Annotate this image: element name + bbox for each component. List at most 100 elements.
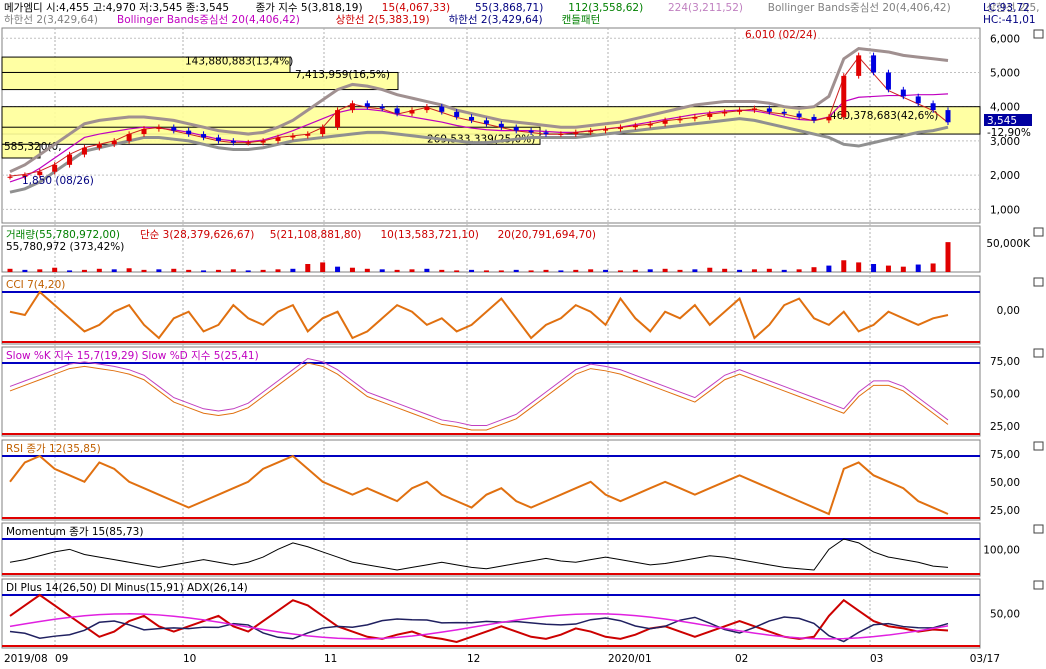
candle-body	[7, 176, 13, 178]
volume-bar	[469, 269, 475, 272]
x-axis-label: 2020/01	[608, 653, 652, 665]
header-legend-item: 상한선 2(5,383,19)	[336, 14, 430, 26]
x-axis-label: 11	[324, 653, 337, 665]
low-price-label: 1,850 (08/26)	[22, 175, 94, 187]
volume-bar	[737, 269, 743, 272]
volume-bar	[275, 269, 281, 272]
volume-bar	[558, 270, 564, 272]
panel-close-icon[interactable]	[1033, 277, 1044, 287]
candle-body	[707, 113, 713, 117]
volume-bar	[677, 269, 683, 272]
volume-bar	[662, 268, 668, 272]
volume-bar	[186, 269, 192, 272]
candle-body	[126, 134, 132, 141]
y-tick-label: 2,000	[990, 170, 1020, 182]
candle-body	[320, 127, 326, 135]
header-legend-item: Bollinger Bands중심선 20(4,406,42)	[117, 14, 300, 26]
volume-bar	[930, 263, 936, 272]
x-axis-label: 03/17	[970, 653, 1000, 665]
volume-bar	[126, 268, 132, 272]
indicator-legend: Momentum 종가 15(85,73)	[6, 526, 143, 538]
volume-bar	[573, 269, 579, 272]
candle-body	[573, 132, 579, 135]
candle-body	[409, 110, 415, 114]
header-legend-item: 224(3,211,52)	[668, 2, 743, 14]
x-axis-label: 2019/08	[4, 653, 48, 665]
volume-ma-legend: 단순 3(28,379,626,67)	[140, 229, 254, 241]
panel-close-icon[interactable]	[1033, 580, 1044, 590]
candle-body	[558, 134, 564, 136]
indicator-tick-label: 75,00	[990, 449, 1020, 461]
volume-bar	[841, 260, 847, 272]
chart-canvas[interactable]: 메가엠디 시:4,455 고:4,970 저:3,545 종:3,545 종가 지…	[0, 0, 1046, 665]
header-legend-item: 하한선 2(3,429,64)	[4, 13, 98, 26]
change-percent-label: -12,90%	[987, 127, 1031, 139]
volume-bar	[632, 269, 638, 272]
candle-body	[513, 127, 519, 131]
candle-body	[335, 110, 341, 128]
volume-bar	[141, 269, 147, 272]
volume-bar	[215, 269, 221, 272]
candle-body	[781, 111, 787, 114]
volume-profile-label: 7,413,959(16,5%)	[295, 69, 390, 81]
volume-bar	[647, 269, 653, 272]
volume-bar	[305, 264, 311, 272]
indicator-legend: CCI 7(4,20)	[6, 279, 65, 291]
candle-body	[469, 116, 475, 121]
candle-body	[528, 130, 534, 133]
candle-body	[230, 140, 236, 143]
volume-bar	[201, 270, 207, 272]
header-legend-item: 종가 지수 5(3,818,19)	[256, 2, 363, 14]
volume-bar	[603, 269, 609, 272]
volume-bar	[424, 268, 430, 272]
candle-body	[349, 103, 355, 111]
volume-bar	[320, 262, 326, 272]
indicator-legend: Slow %K 지수 15,7(19,29) Slow %D 지수 5(25,4…	[6, 350, 259, 362]
candle-body	[201, 134, 207, 138]
y-tick-label: 5,000	[990, 67, 1020, 79]
panel-close-icon[interactable]	[1033, 29, 1044, 39]
x-axis-label: 10	[183, 653, 196, 665]
candle-body	[915, 96, 921, 104]
volume-bar	[22, 269, 28, 272]
panel-close-icon[interactable]	[1033, 348, 1044, 358]
volume-bar	[707, 267, 713, 272]
panel-close-icon[interactable]	[1033, 441, 1044, 451]
volume-bar	[454, 270, 460, 272]
candle-body	[96, 144, 102, 148]
hc-label: HC:-41,01	[983, 14, 1036, 26]
candle-body	[424, 106, 430, 111]
panel-close-icon[interactable]	[1033, 227, 1044, 237]
indicator-legend: RSI 종가 12(35,85)	[6, 443, 101, 455]
volume-bar	[528, 270, 534, 272]
volume-bar	[871, 264, 877, 272]
volume-bar	[96, 268, 102, 272]
header-legend-item: 메가엠디 시:4,455 고:4,970 저:3,545 종:3,545	[4, 2, 229, 14]
high-price-label: 6,010 (02/24)	[745, 29, 817, 41]
candle-body	[588, 130, 594, 133]
panel-close-icon[interactable]	[1033, 524, 1044, 534]
volume-bar	[67, 270, 73, 272]
candle-body	[945, 110, 951, 123]
volume-bar	[171, 268, 177, 272]
volume-bar	[349, 267, 355, 272]
candle-body	[796, 113, 802, 117]
candle-body	[885, 72, 891, 90]
candle-body	[856, 55, 862, 76]
volume-bar	[439, 269, 445, 272]
volume-bar	[856, 262, 862, 272]
candle-body	[483, 120, 489, 124]
stock-chart-window: 메가엠디 시:4,455 고:4,970 저:3,545 종:3,545 종가 지…	[0, 0, 1046, 665]
volume-bar	[81, 269, 87, 272]
volume-bar	[781, 269, 787, 272]
header-legend-item: Bollinger Bands중심선 20(4,406,42)	[768, 2, 951, 14]
candle-body	[751, 108, 757, 111]
indicator-tick-label: 50,00	[990, 609, 1020, 621]
volume-bar	[811, 267, 817, 272]
volume-ma-legend: 10(13,583,721,10)	[381, 229, 479, 241]
candle-body	[439, 106, 445, 112]
candle-body	[617, 127, 623, 129]
candle-body	[171, 127, 177, 131]
volume-bar	[617, 270, 623, 272]
candle-body	[245, 142, 251, 144]
